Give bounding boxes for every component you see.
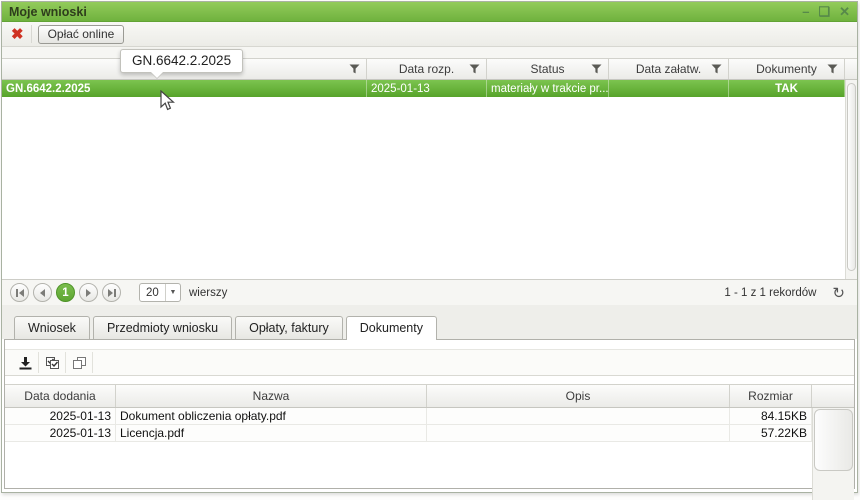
doc-cell-size[interactable]: 84.15KB [730, 408, 812, 424]
doc-cell-name[interactable]: Dokument obliczenia opłaty.pdf [116, 408, 427, 424]
doc-column-rozmiar[interactable]: Rozmiar [730, 385, 812, 407]
current-page-button[interactable]: 1 [56, 283, 75, 302]
grid-scrollbar-thumb[interactable] [847, 83, 856, 271]
window-title: Moje wnioski [9, 5, 87, 19]
moje-wnioski-window: Moje wnioski – ❑ ✕ ✖ Opłać online Data r… [1, 1, 858, 493]
header-filler [845, 59, 857, 79]
cancel-icon[interactable]: ✖ [11, 27, 24, 42]
filter-icon[interactable] [469, 64, 480, 74]
mouse-cursor-icon [160, 90, 176, 112]
filter-icon[interactable] [349, 64, 360, 74]
table-row[interactable]: 2025-01-13 Licencja.pdf 57.22KB [5, 425, 812, 442]
grid-rows: GN.6642.2.2025 2025-01-13 materiały w tr… [2, 80, 845, 279]
column-header-data-rozp[interactable]: Data rozp. [367, 59, 487, 79]
doc-header-filler [812, 385, 854, 407]
refresh-icon[interactable]: ↻ [832, 284, 845, 302]
cell-start-date[interactable]: 2025-01-13 [367, 80, 487, 97]
copy-icon [72, 356, 87, 370]
documents-scrollbar-thumb[interactable] [814, 409, 853, 471]
close-icon[interactable]: ✕ [839, 5, 850, 18]
doc-cell-size[interactable]: 57.22KB [730, 425, 812, 441]
doc-cell-desc[interactable] [427, 408, 730, 424]
tooltip-caret-icon [151, 72, 163, 78]
documents-toolbar [5, 349, 854, 376]
main-toolbar: ✖ Opłać online [2, 22, 857, 47]
doc-cell-date[interactable]: 2025-01-13 [5, 408, 116, 424]
documents-header: Data dodania Nazwa Opis Rozmiar [5, 384, 854, 408]
maximize-icon[interactable]: ❑ [818, 5, 830, 18]
doc-cell-date[interactable]: 2025-01-13 [5, 425, 116, 441]
cell-documents[interactable]: TAK [729, 80, 845, 97]
tab-dokumenty[interactable]: Dokumenty [346, 316, 437, 340]
filter-icon[interactable] [591, 64, 602, 74]
next-page-button[interactable] [79, 283, 98, 302]
checkboxes-icon [45, 356, 60, 370]
doc-column-opis[interactable]: Opis [427, 385, 730, 407]
cell-status[interactable]: materiały w trakcie pr... [487, 80, 609, 97]
select-all-button[interactable] [39, 352, 66, 373]
documents-panel: Data dodania Nazwa Opis Rozmiar 2025-01-… [4, 339, 855, 489]
download-icon [18, 356, 33, 370]
toolbar-separator [31, 25, 32, 43]
tabs-strip [2, 305, 857, 312]
minimize-icon[interactable]: – [802, 5, 809, 18]
doc-cell-desc[interactable] [427, 425, 730, 441]
tab-przedmioty-wniosku[interactable]: Przedmioty wniosku [93, 316, 232, 339]
documents-rows: 2025-01-13 Dokument obliczenia opłaty.pd… [5, 408, 812, 500]
doc-cell-name[interactable]: Licencja.pdf [116, 425, 427, 441]
titlebar: Moje wnioski – ❑ ✕ [2, 2, 857, 22]
pager: 1 20 ▼ wierszy 1 - 1 z 1 rekordów ↻ [2, 279, 857, 305]
doc-column-data-dodania[interactable]: Data dodania [5, 385, 116, 407]
documents-body: 2025-01-13 Dokument obliczenia opłaty.pd… [5, 408, 854, 500]
tab-bar: Wniosek Przedmioty wniosku Opłaty, faktu… [2, 312, 857, 339]
page-size-value: 20 [140, 287, 165, 299]
filter-icon[interactable] [711, 64, 722, 74]
tab-oplaty-faktury[interactable]: Opłaty, faktury [235, 316, 343, 339]
tab-wniosek[interactable]: Wniosek [14, 316, 90, 339]
column-header-data-zalatw[interactable]: Data załatw. [609, 59, 729, 79]
grid-scrollbar[interactable] [845, 80, 857, 279]
screen: Moje wnioski – ❑ ✕ ✖ Opłać online Data r… [0, 0, 860, 500]
filter-icon[interactable] [827, 64, 838, 74]
last-page-button[interactable] [102, 283, 121, 302]
table-row[interactable]: GN.6642.2.2025 2025-01-13 materiały w tr… [2, 80, 845, 97]
download-button[interactable] [12, 352, 39, 373]
copy-button[interactable] [66, 352, 93, 373]
page-size-select[interactable]: 20 ▼ [139, 283, 181, 302]
tooltip: GN.6642.2.2025 [120, 49, 243, 73]
table-row[interactable]: 2025-01-13 Dokument obliczenia opłaty.pd… [5, 408, 812, 425]
chevron-down-icon: ▼ [165, 284, 180, 301]
tooltip-text: GN.6642.2.2025 [132, 53, 231, 68]
prev-page-button[interactable] [33, 283, 52, 302]
first-page-button[interactable] [10, 283, 29, 302]
doc-column-nazwa[interactable]: Nazwa [116, 385, 427, 407]
grid-body: GN.6642.2.2025 2025-01-13 materiały w tr… [2, 80, 857, 279]
records-count: 1 - 1 z 1 rekordów [724, 287, 816, 299]
documents-scrollbar[interactable] [812, 408, 854, 500]
pay-online-button[interactable]: Opłać online [38, 25, 125, 44]
rows-label: wierszy [189, 287, 227, 299]
cell-done-date[interactable] [609, 80, 729, 97]
column-header-status[interactable]: Status [487, 59, 609, 79]
column-header-dokumenty[interactable]: Dokumenty [729, 59, 845, 79]
cell-id[interactable]: GN.6642.2.2025 [2, 80, 367, 97]
